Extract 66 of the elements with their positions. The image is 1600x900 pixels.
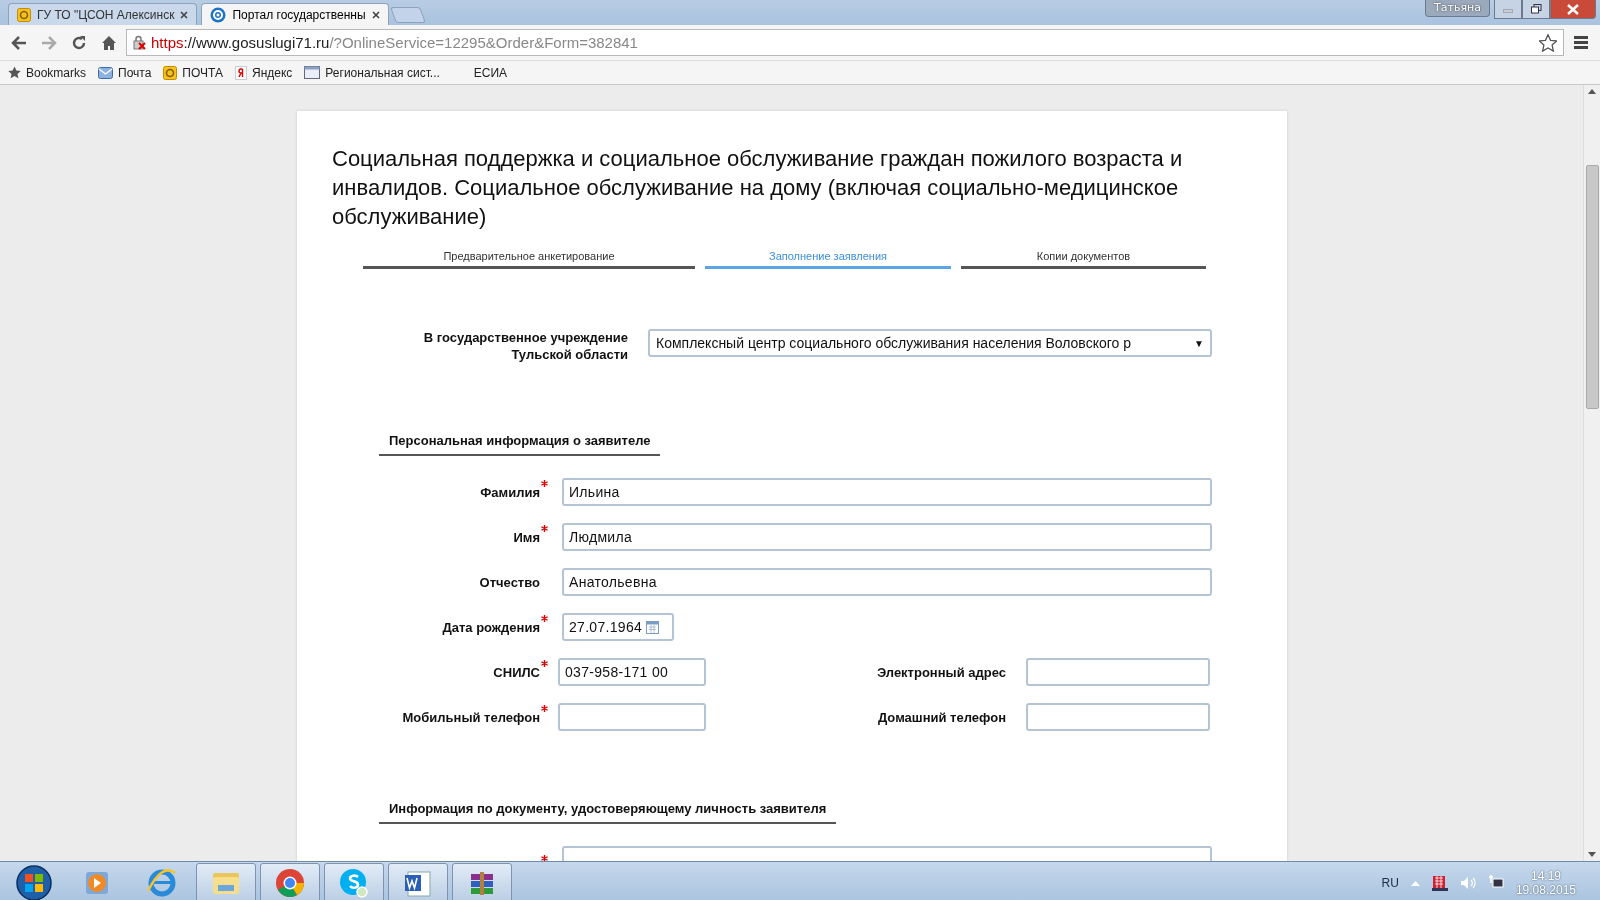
date-field[interactable]: 27.07.1964	[562, 613, 674, 641]
scrollbar-thumb[interactable]	[1586, 165, 1599, 409]
field-label: Отчество	[479, 574, 540, 590]
field-label: Дата рождения	[442, 619, 540, 635]
browser-tab[interactable]: ГУ ТО "ЦСОН Алексинск	[8, 3, 198, 25]
field-label: Имя	[513, 529, 540, 545]
skype-logo-icon[interactable]	[340, 868, 368, 898]
field-label: Тульской области	[510, 346, 628, 363]
text-field[interactable]	[1026, 658, 1210, 686]
window-icon	[304, 66, 321, 79]
step-tab[interactable]: Копии документов	[961, 249, 1206, 269]
reload-icon[interactable]	[71, 34, 87, 51]
envelope-icon	[98, 65, 114, 80]
chrome-logo-icon[interactable]	[276, 868, 304, 897]
field-label: Фамилия	[480, 484, 540, 500]
scrollbar[interactable]	[1583, 85, 1600, 861]
text-field[interactable]: Анатольевна	[562, 568, 1212, 596]
step-tab[interactable]: Заполнение заявления	[705, 249, 951, 269]
calendar-icon[interactable]	[646, 620, 660, 634]
taskbar-button[interactable]	[388, 862, 448, 900]
text-field[interactable]: Ильина	[562, 478, 1212, 506]
step-tab[interactable]: Предварительное анкетирование	[363, 249, 695, 269]
text-field[interactable]	[1026, 703, 1210, 731]
language-indicator[interactable]: RU	[1381, 875, 1399, 890]
taskbar-button[interactable]	[452, 862, 512, 900]
close-button[interactable]	[1550, 0, 1596, 19]
bookmark-link[interactable]: ПОЧТА	[182, 65, 223, 80]
word-document-icon[interactable]	[405, 871, 431, 896]
text-field[interactable]: Людмила	[562, 523, 1212, 551]
star-icon	[8, 66, 21, 79]
browser-e-icon[interactable]	[146, 868, 176, 896]
field-label: Мобильный телефон	[402, 709, 540, 725]
scroll-down-icon[interactable]	[1588, 852, 1596, 857]
browser-tab[interactable]: Портал государственны	[201, 3, 389, 25]
field-label: В государственное учреждение	[422, 329, 628, 346]
institution-dropdown[interactable]: Комплексный центр социального обслуживания населения Воловского р ▼	[648, 329, 1212, 357]
bookmark-link[interactable]: Яндекс	[252, 65, 293, 80]
field-label: Домашний телефон	[876, 709, 1006, 725]
media-player-icon[interactable]	[86, 871, 108, 894]
field-label: Электронный адрес	[875, 664, 1006, 680]
bookmark-link[interactable]: ЕСИА	[473, 65, 508, 80]
section-heading: Персональная информация о заявителе	[379, 433, 661, 456]
flag-icon[interactable]	[1431, 874, 1448, 891]
start-orb-icon[interactable]	[16, 864, 52, 900]
bookmark-link[interactable]: Региональная сист...	[325, 65, 440, 80]
field-label: СНИЛС	[493, 664, 540, 680]
text-field[interactable]	[558, 703, 706, 731]
archive-books-icon[interactable]	[471, 871, 493, 895]
section-heading: Информация по документу, удостоверяющему личность заявителя	[379, 801, 837, 824]
close-icon[interactable]	[180, 10, 189, 19]
restore-button[interactable]	[1522, 0, 1550, 19]
url-text[interactable]: https://www.gosuslugi71.ru/?OnlineService=12295&Order&Form=382841	[151, 34, 638, 51]
page-title: Социальная поддержка и социальное обслуживание граждан пожилого возраста и инвалидов. Социальное обслуживание на дому (включая социально-медицинское обслуживание)	[332, 145, 1184, 231]
network-icon[interactable]	[1487, 875, 1504, 890]
address-bar[interactable]: https://www.gosuslugi71.ru/?OnlineService=12295&Order&Form=382841	[126, 29, 1564, 56]
text-field[interactable]: 037-958-171 00	[558, 658, 706, 686]
restore-icon[interactable]	[1530, 4, 1542, 14]
close-icon[interactable]	[371, 10, 380, 19]
star-bookmark-icon[interactable]	[1539, 33, 1557, 52]
menu-icon[interactable]	[1574, 36, 1588, 49]
back-arrow-icon[interactable]	[11, 35, 27, 50]
bookmark-link[interactable]: Bookmarks	[26, 65, 87, 80]
letter-logo-icon	[235, 65, 247, 80]
home-icon[interactable]	[101, 34, 117, 51]
scroll-up-icon[interactable]	[1588, 89, 1596, 94]
bookmark-link[interactable]: Почта	[118, 65, 152, 80]
